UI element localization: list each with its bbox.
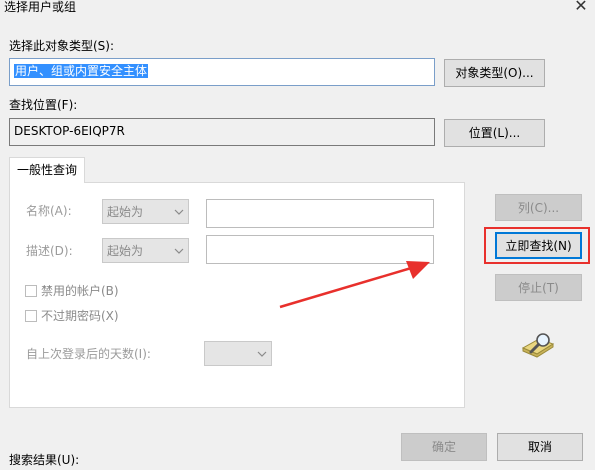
- tab-common-queries[interactable]: 一般性查询: [9, 157, 85, 183]
- location-label: 查找位置(F):: [9, 98, 78, 112]
- window-title: 选择用户或组: [4, 0, 77, 14]
- columns-button[interactable]: 列(C)...: [495, 194, 582, 221]
- object-types-button[interactable]: 对象类型(O)...: [444, 59, 545, 87]
- non-expiring-password-label: 不过期密码(X): [41, 309, 119, 323]
- chevron-down-icon: [174, 239, 184, 271]
- days-since-logon-label: 自上次登录后的天数(I):: [26, 347, 151, 361]
- chevron-down-icon: [257, 342, 267, 374]
- days-since-logon-select[interactable]: [204, 341, 272, 366]
- name-label: 名称(A):: [26, 204, 72, 218]
- close-icon[interactable]: ✕: [572, 0, 590, 14]
- annotation-arrow: [279, 261, 430, 309]
- description-mode-select[interactable]: 起始为: [102, 238, 189, 263]
- cancel-button[interactable]: 取消: [497, 433, 583, 461]
- disabled-accounts-label: 禁用的帐户(B): [41, 284, 119, 298]
- find-now-button[interactable]: 立即查找(N): [495, 232, 582, 259]
- name-input[interactable]: [206, 199, 434, 228]
- disabled-accounts-checkbox[interactable]: [25, 285, 37, 297]
- name-mode-select[interactable]: 起始为: [102, 199, 189, 224]
- ok-button[interactable]: 确定: [401, 433, 487, 461]
- object-type-value: 用户、组或内置安全主体: [14, 64, 149, 78]
- stop-button[interactable]: 停止(T): [495, 274, 582, 301]
- location-field: DESKTOP-6EIQP7R: [9, 118, 435, 146]
- search-results-label: 搜索结果(U):: [9, 453, 80, 467]
- locations-button[interactable]: 位置(L)...: [444, 119, 545, 147]
- object-type-field: 用户、组或内置安全主体: [9, 58, 435, 86]
- magnifier-over-folder-icon: [519, 330, 557, 360]
- name-mode-value: 起始为: [107, 205, 144, 219]
- non-expiring-password-checkbox[interactable]: [25, 310, 37, 322]
- description-mode-value: 起始为: [107, 244, 144, 258]
- chevron-down-icon: [174, 200, 184, 232]
- object-type-label: 选择此对象类型(S):: [9, 39, 115, 53]
- description-label: 描述(D):: [26, 244, 73, 258]
